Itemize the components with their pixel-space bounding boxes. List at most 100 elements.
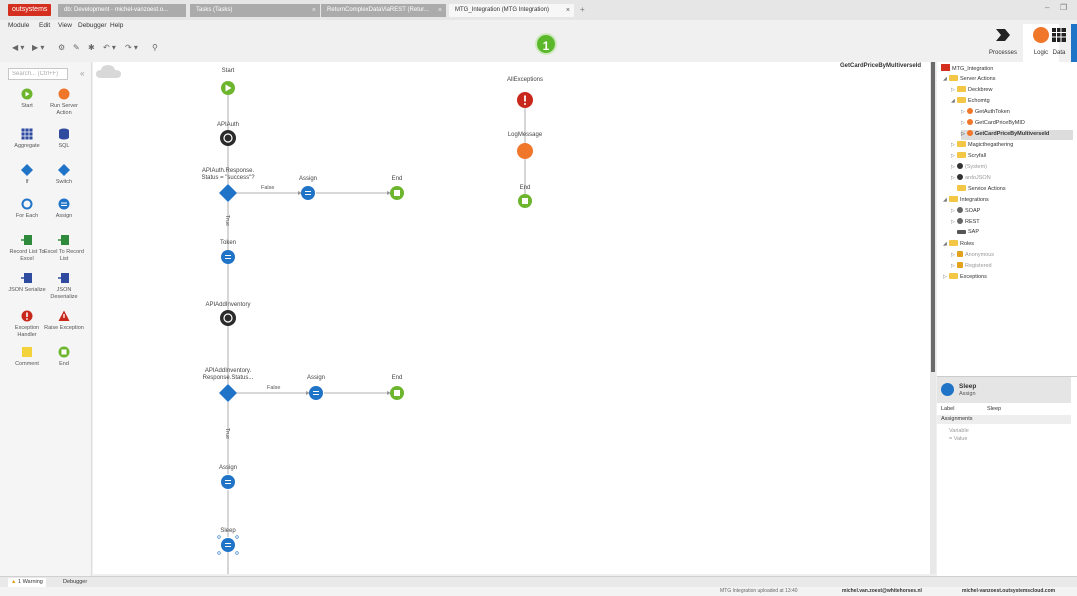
flow-canvas[interactable]: Start APIAuth APIAuth.Response. Status =… bbox=[93, 62, 930, 574]
folder-icon bbox=[957, 141, 966, 147]
tab-label: Tasks (Tasks) bbox=[196, 7, 233, 13]
json-serialize-icon bbox=[21, 273, 32, 283]
json-deserialize-icon bbox=[58, 273, 69, 283]
tree-item-soap[interactable]: ▷ SOAP bbox=[951, 207, 980, 217]
tool-aggregate[interactable]: Aggregate bbox=[7, 128, 47, 150]
tab-data[interactable]: Data bbox=[1047, 24, 1071, 64]
tree-item-registered[interactable]: ▷ Registered bbox=[951, 262, 992, 272]
tree-label: SAP bbox=[968, 229, 980, 235]
minimize-button[interactable]: – bbox=[1045, 3, 1049, 12]
label-property-value[interactable]: Sleep bbox=[987, 406, 1001, 412]
toolbox-search-input[interactable] bbox=[8, 68, 68, 80]
close-icon[interactable]: × bbox=[438, 4, 442, 17]
tree-item-integrations[interactable]: ◢ Integrations bbox=[943, 196, 989, 206]
flow-if-add-node[interactable] bbox=[219, 384, 237, 402]
tree-label: Scryfall bbox=[968, 153, 987, 159]
publish-button[interactable]: 1 bbox=[535, 33, 557, 55]
flow-if-auth-node[interactable] bbox=[219, 184, 237, 202]
tool-run-server-action[interactable]: Run Server Action bbox=[44, 88, 84, 117]
menu-module[interactable]: Module bbox=[8, 22, 29, 29]
tool-end[interactable]: End bbox=[44, 346, 84, 368]
flow-sleep-node[interactable] bbox=[217, 535, 239, 555]
flow-all-exceptions-node[interactable] bbox=[517, 92, 533, 108]
tab-tasks[interactable]: Tasks (Tasks) × bbox=[190, 4, 320, 17]
warnings-tab[interactable]: ▲ 1 Warning bbox=[8, 578, 46, 587]
flow-api-auth-node[interactable] bbox=[220, 130, 236, 146]
menu-edit[interactable]: Edit bbox=[39, 22, 50, 29]
tool-start[interactable]: Start bbox=[7, 88, 47, 110]
menu-help[interactable]: Help bbox=[110, 22, 123, 29]
undo-icon[interactable]: ↶ ▾ bbox=[103, 43, 116, 52]
forward-icon[interactable]: ▶ ▾ bbox=[32, 43, 44, 52]
flow-start-node[interactable] bbox=[221, 81, 235, 95]
scrollbar-thumb[interactable] bbox=[931, 62, 935, 372]
flow-assign2-node[interactable] bbox=[309, 386, 323, 400]
tree-item-ardojson[interactable]: ▷ ardoJSON bbox=[951, 174, 991, 184]
flow-log-message-node[interactable] bbox=[517, 143, 533, 159]
tree-item-echomtg[interactable]: ◢ Echomtg bbox=[951, 97, 990, 107]
back-icon[interactable]: ◀ ▾ bbox=[12, 43, 24, 52]
flow-token-node[interactable] bbox=[221, 250, 235, 264]
status-bar: MTG Integration uploaded at 13:40 michel… bbox=[0, 587, 1077, 596]
tool-for-each[interactable]: For Each bbox=[7, 198, 47, 220]
flow-end3-node[interactable] bbox=[518, 194, 532, 208]
value-placeholder[interactable]: = Value bbox=[949, 436, 967, 442]
tab-mtg-integration[interactable]: MTG_Integration (MTG Integration) × bbox=[449, 4, 574, 17]
assignments-section[interactable]: Assignments bbox=[937, 415, 1071, 424]
tool-assign[interactable]: Assign bbox=[44, 198, 84, 220]
raise-exception-icon bbox=[58, 310, 70, 321]
tab-return-complex-data[interactable]: ReturnComplexDataViaREST (Retur... × bbox=[321, 4, 446, 17]
tree-root[interactable]: MTG_Integration bbox=[941, 64, 993, 74]
redo-icon[interactable]: ↷ ▾ bbox=[125, 43, 138, 52]
tool-record-list-to-excel[interactable]: Record List To Excel bbox=[7, 234, 47, 263]
tree-label: SOAP bbox=[965, 208, 981, 214]
tree-item-magicthegathering[interactable]: ▷ Magicthegathering bbox=[951, 141, 1013, 151]
tab-environment[interactable]: db: Development - michel-vanzoest.o... bbox=[58, 4, 186, 17]
tree-item-get-card-price-by-multiverse-id[interactable]: ▷ GetCardPriceByMultiverseId bbox=[961, 130, 1073, 140]
if-add-label: APIAddInventory. Response.Status... bbox=[202, 368, 254, 381]
api-auth-label: APIAuth bbox=[216, 122, 239, 128]
flow-assign-node[interactable] bbox=[301, 186, 315, 200]
tree-item-anonymous[interactable]: ▷ Anonymous bbox=[951, 251, 994, 261]
wand-icon[interactable]: ✎ bbox=[73, 43, 80, 52]
close-icon[interactable]: × bbox=[566, 4, 570, 17]
flow-assign3-node[interactable] bbox=[221, 475, 235, 489]
tree-item-service-actions[interactable]: Service Actions bbox=[951, 185, 1006, 195]
tool-comment[interactable]: Comment bbox=[7, 346, 47, 368]
gear-icon[interactable]: ⚙ bbox=[58, 43, 65, 52]
tab-label: ReturnComplexDataViaREST (Retur... bbox=[327, 7, 429, 13]
flow-end-node[interactable] bbox=[390, 186, 404, 200]
debug-icon[interactable]: ✱ bbox=[88, 43, 95, 52]
tool-excel-to-record-list[interactable]: Excel To Record List bbox=[44, 234, 84, 263]
tree-item-rest[interactable]: ▷ REST bbox=[951, 218, 980, 228]
tree-item-scryfall[interactable]: ▷ Scryfall bbox=[951, 152, 986, 162]
tree-item-system[interactable]: ▷ (System) bbox=[951, 163, 987, 173]
tree-item-get-auth-token[interactable]: ▷ GetAuthToken bbox=[961, 108, 1010, 118]
scope-icon[interactable]: ⚲ bbox=[152, 43, 158, 52]
flow-api-add-node[interactable] bbox=[220, 310, 236, 326]
tree-item-exceptions[interactable]: ▷ Exceptions bbox=[943, 273, 987, 283]
tool-raise-exception[interactable]: Raise Exception bbox=[44, 310, 84, 332]
tool-exception-handler[interactable]: Exception Handler bbox=[7, 310, 47, 339]
tree-item-deckbrew[interactable]: ▷ Deckbrew bbox=[951, 86, 992, 96]
tree-item-roles[interactable]: ◢ Roles bbox=[943, 240, 974, 250]
tree-item-server-actions[interactable]: ◢ Server Actions bbox=[943, 75, 995, 85]
menu-debugger[interactable]: Debugger bbox=[78, 22, 107, 29]
tree-item-get-card-price-by-mid[interactable]: ▷ GetCardPriceByMID bbox=[961, 119, 1025, 129]
tool-if[interactable]: If bbox=[7, 164, 47, 186]
close-icon[interactable]: × bbox=[312, 4, 316, 17]
tool-json-serialize[interactable]: JSON Serialize bbox=[7, 272, 47, 294]
debugger-tab[interactable]: Debugger bbox=[60, 578, 90, 587]
tree-item-sap[interactable]: SAP bbox=[951, 229, 979, 239]
collapse-icon[interactable]: « bbox=[80, 69, 84, 78]
tab-processes[interactable]: Processes bbox=[985, 24, 1021, 64]
restore-button[interactable]: ❐ bbox=[1060, 3, 1067, 12]
tool-sql[interactable]: SQL bbox=[44, 128, 84, 150]
variable-placeholder[interactable]: Variable bbox=[949, 428, 969, 434]
tool-switch[interactable]: Switch bbox=[44, 164, 84, 186]
flow-end2-node[interactable] bbox=[390, 386, 404, 400]
tool-json-deserialize[interactable]: JSON Deserialize bbox=[44, 272, 84, 301]
menu-view[interactable]: View bbox=[58, 22, 72, 29]
new-tab-button[interactable]: + bbox=[580, 5, 585, 14]
false-label: False bbox=[261, 185, 275, 191]
